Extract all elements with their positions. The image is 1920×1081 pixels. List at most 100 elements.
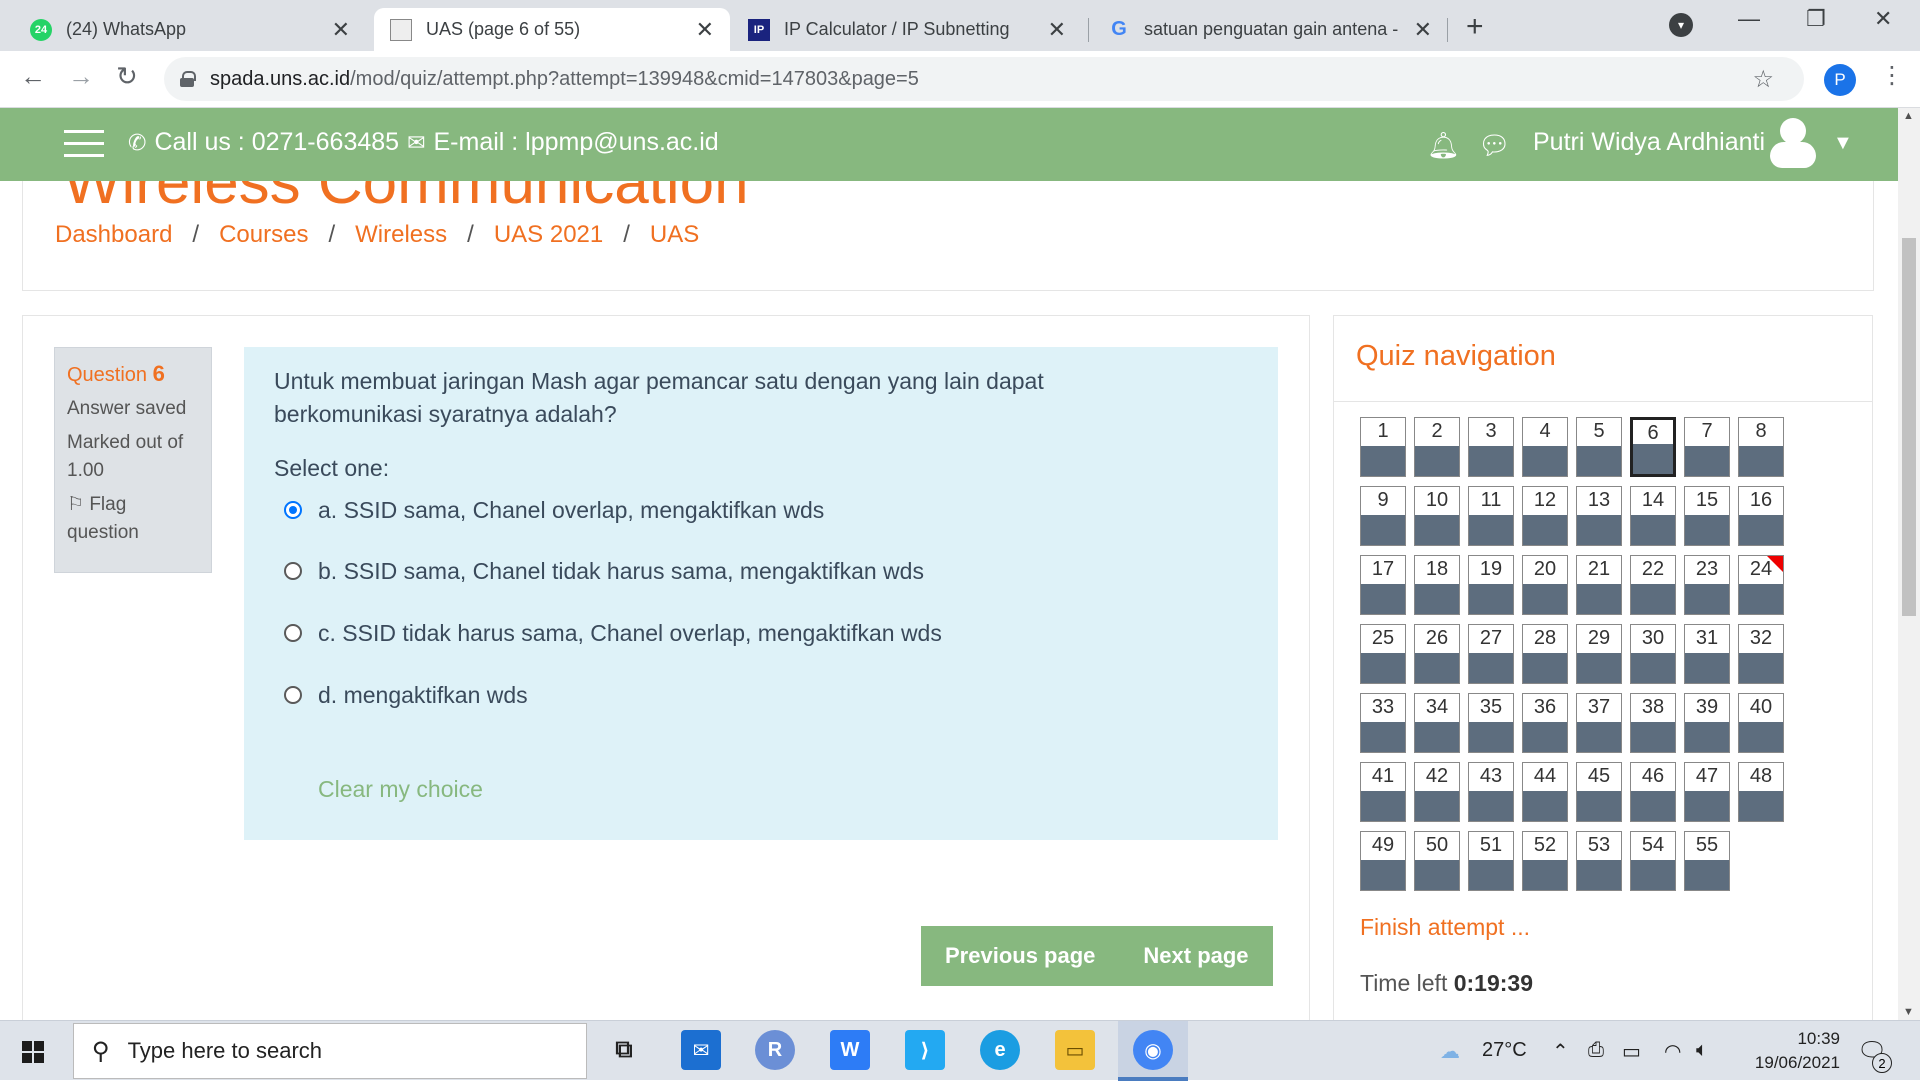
radio-button[interactable]	[284, 562, 302, 580]
weather-icon[interactable]: ☁	[1440, 1039, 1460, 1064]
radio-button[interactable]	[284, 624, 302, 642]
scroll-down-icon[interactable]: ▼	[1903, 1006, 1914, 1018]
quiz-nav-button-10[interactable]: 10	[1414, 486, 1460, 546]
r-app-icon[interactable]: R	[755, 1030, 795, 1070]
quiz-nav-button-26[interactable]: 26	[1414, 624, 1460, 684]
quiz-nav-button-19[interactable]: 19	[1468, 555, 1514, 615]
quiz-nav-button-25[interactable]: 25	[1360, 624, 1406, 684]
chevron-up-icon[interactable]: ⌃	[1552, 1039, 1569, 1064]
new-tab-button[interactable]: +	[1466, 10, 1484, 44]
forward-icon[interactable]: →	[68, 61, 94, 92]
quiz-nav-button-45[interactable]: 45	[1576, 762, 1622, 822]
quiz-nav-button-38[interactable]: 38	[1630, 693, 1676, 753]
bell-icon[interactable]: 🔔︎	[1427, 130, 1460, 161]
quiz-nav-button-27[interactable]: 27	[1468, 624, 1514, 684]
quiz-nav-button-52[interactable]: 52	[1522, 831, 1568, 891]
chrome-icon[interactable]: ◉	[1133, 1030, 1173, 1070]
clear-choice-link[interactable]: Clear my choice	[318, 776, 1248, 803]
breadcrumb-dashboard[interactable]: Dashboard	[55, 221, 172, 249]
url-input[interactable]: spada.uns.ac.id/mod/quiz/attempt.php?att…	[164, 57, 1804, 101]
quiz-nav-button-53[interactable]: 53	[1576, 831, 1622, 891]
quiz-nav-button-32[interactable]: 32	[1738, 624, 1784, 684]
quiz-nav-button-18[interactable]: 18	[1414, 555, 1460, 615]
quiz-nav-button-43[interactable]: 43	[1468, 762, 1514, 822]
file-explorer-icon[interactable]: ▭	[1055, 1030, 1095, 1070]
close-icon[interactable]: ✕	[696, 17, 714, 43]
quiz-nav-button-2[interactable]: 2	[1414, 417, 1460, 477]
option-b[interactable]: b. SSID sama, Chanel tidak harus sama, m…	[274, 540, 1248, 602]
tab-whatsapp[interactable]: 24 (24) WhatsApp ✕	[14, 8, 366, 51]
quiz-nav-button-48[interactable]: 48	[1738, 762, 1784, 822]
profile-avatar[interactable]: P	[1824, 64, 1856, 96]
quiz-nav-button-7[interactable]: 7	[1684, 417, 1730, 477]
bookmark-star-icon[interactable]: ☆	[1752, 65, 1774, 94]
quiz-nav-button-3[interactable]: 3	[1468, 417, 1514, 477]
quiz-nav-button-49[interactable]: 49	[1360, 831, 1406, 891]
quiz-nav-button-17[interactable]: 17	[1360, 555, 1406, 615]
quiz-nav-button-8[interactable]: 8	[1738, 417, 1784, 477]
wifi-icon[interactable]: ◠	[1664, 1039, 1681, 1064]
finish-attempt-link[interactable]: Finish attempt ...	[1360, 914, 1530, 941]
volume-icon[interactable]: 🔈︎	[1696, 1039, 1708, 1062]
quiz-nav-button-29[interactable]: 29	[1576, 624, 1622, 684]
vscode-icon[interactable]: ⟩	[905, 1030, 945, 1070]
browser-menu-icon[interactable]: ⋮	[1880, 61, 1904, 90]
hamburger-menu-icon[interactable]	[64, 130, 104, 158]
temperature[interactable]: 27°C	[1482, 1039, 1527, 1062]
quiz-nav-button-54[interactable]: 54	[1630, 831, 1676, 891]
back-icon[interactable]: ←	[20, 61, 46, 92]
quiz-nav-button-42[interactable]: 42	[1414, 762, 1460, 822]
quiz-nav-button-12[interactable]: 12	[1522, 486, 1568, 546]
quiz-nav-button-24[interactable]: 24	[1738, 555, 1784, 615]
quiz-nav-button-23[interactable]: 23	[1684, 555, 1730, 615]
system-clock[interactable]: 10:39 19/06/2021	[1730, 1027, 1840, 1075]
breadcrumb-courses[interactable]: Courses	[219, 221, 308, 249]
quiz-nav-button-21[interactable]: 21	[1576, 555, 1622, 615]
quiz-nav-button-1[interactable]: 1	[1360, 417, 1406, 477]
wps-office-icon[interactable]: W	[830, 1030, 870, 1070]
quiz-nav-button-33[interactable]: 33	[1360, 693, 1406, 753]
quiz-nav-button-16[interactable]: 16	[1738, 486, 1784, 546]
breadcrumb-wireless[interactable]: Wireless	[355, 221, 447, 249]
quiz-nav-button-9[interactable]: 9	[1360, 486, 1406, 546]
quiz-nav-button-31[interactable]: 31	[1684, 624, 1730, 684]
quiz-nav-button-20[interactable]: 20	[1522, 555, 1568, 615]
quiz-nav-button-40[interactable]: 40	[1738, 693, 1784, 753]
mail-icon[interactable]: ✉	[681, 1030, 721, 1070]
quiz-nav-button-36[interactable]: 36	[1522, 693, 1568, 753]
radio-button[interactable]	[284, 686, 302, 704]
tab-search-icon[interactable]: ▾	[1669, 13, 1693, 37]
meet-now-icon[interactable]: ⎙	[1588, 1039, 1604, 1062]
breadcrumb-uas[interactable]: UAS	[650, 221, 699, 249]
chat-icon[interactable]: 💬︎	[1478, 130, 1511, 161]
task-view-icon[interactable]: ⧉	[604, 1030, 644, 1070]
quiz-nav-button-4[interactable]: 4	[1522, 417, 1568, 477]
quiz-nav-button-41[interactable]: 41	[1360, 762, 1406, 822]
user-name[interactable]: Putri Widya Ardhianti	[1533, 128, 1765, 157]
quiz-nav-button-15[interactable]: 15	[1684, 486, 1730, 546]
tab-uas[interactable]: UAS (page 6 of 55) ✕	[374, 8, 730, 51]
quiz-nav-button-50[interactable]: 50	[1414, 831, 1460, 891]
quiz-nav-button-37[interactable]: 37	[1576, 693, 1622, 753]
next-page-button[interactable]: Next page	[1119, 943, 1272, 969]
quiz-nav-button-11[interactable]: 11	[1468, 486, 1514, 546]
restore-icon[interactable]: ❐	[1806, 6, 1826, 32]
quiz-nav-button-47[interactable]: 47	[1684, 762, 1730, 822]
quiz-nav-button-51[interactable]: 51	[1468, 831, 1514, 891]
close-icon[interactable]: ✕	[1414, 17, 1432, 43]
quiz-nav-button-39[interactable]: 39	[1684, 693, 1730, 753]
scrollbar-thumb[interactable]	[1902, 238, 1916, 616]
close-window-icon[interactable]: ✕	[1874, 6, 1892, 32]
user-avatar-icon[interactable]	[1766, 118, 1818, 170]
quiz-nav-button-22[interactable]: 22	[1630, 555, 1676, 615]
edge-icon[interactable]: e	[980, 1030, 1020, 1070]
quiz-nav-button-14[interactable]: 14	[1630, 486, 1676, 546]
taskbar-search-input[interactable]: ⚲ Type here to search	[73, 1023, 587, 1079]
breadcrumb-uas-2021[interactable]: UAS 2021	[494, 221, 603, 249]
option-d[interactable]: d. mengaktifkan wds	[274, 664, 1248, 726]
quiz-nav-button-46[interactable]: 46	[1630, 762, 1676, 822]
battery-icon[interactable]: ▭	[1622, 1039, 1641, 1064]
windows-start-icon[interactable]	[22, 1041, 44, 1063]
scroll-up-icon[interactable]: ▲	[1903, 110, 1914, 122]
quiz-nav-button-13[interactable]: 13	[1576, 486, 1622, 546]
